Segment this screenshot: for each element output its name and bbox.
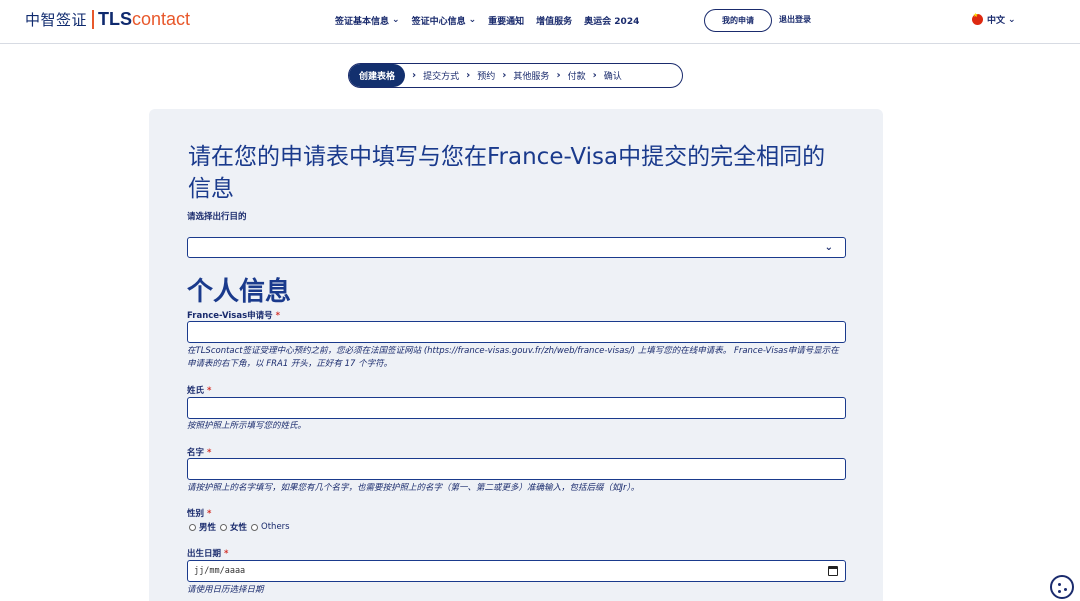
gender-female-option[interactable]: 女性 — [220, 521, 247, 533]
dob-label-text: 出生日期 — [187, 549, 222, 559]
france-visas-hint: 在TLScontact签证受理中心预约之前，您必须在法国签证网站 (https:… — [187, 346, 839, 369]
surname-hint: 按照护照上所示填写您的姓氏。 — [187, 421, 307, 431]
france-visas-label: France-Visas申请号 * — [187, 309, 280, 321]
gender-female-label: 女性 — [230, 523, 248, 533]
nav-notices-label: 重要通知 — [488, 16, 525, 27]
required-mark: * — [207, 509, 212, 519]
logo-separator — [92, 9, 95, 29]
gender-radio-group: 男性 女性 Others — [189, 521, 294, 533]
firstname-label-text: 名字 — [187, 448, 205, 458]
radio-button[interactable] — [251, 523, 259, 531]
nav-center-info[interactable]: 签证中心信息 ⌄ — [412, 14, 477, 27]
step-appointment: 预约 — [477, 72, 496, 82]
nav-notices[interactable]: 重要通知 — [488, 14, 524, 27]
nav-visa-info[interactable]: 签证基本信息 ⌄ — [335, 14, 400, 27]
top-header: 中智签证 TLS contact 签证基本信息 ⌄ 签证中心信息 ⌄ 重要通知 增… — [0, 0, 1080, 44]
required-mark: * — [207, 386, 212, 396]
dob-hint: 请使用日历选择日期 — [187, 585, 264, 595]
language-label: 中文 — [987, 16, 1006, 26]
gender-male-option[interactable]: 男性 — [189, 521, 216, 533]
chevron-right-icon: › — [412, 70, 417, 81]
page-title: 请在您的申请表中填写与您在France-Visa中提交的完全相同的信息 — [188, 144, 826, 202]
step-payment: 付款 — [567, 72, 586, 82]
chevron-right-icon: › — [502, 70, 507, 81]
step-other-services: 其他服务 — [513, 72, 550, 82]
chevron-down-icon: ⌄ — [392, 15, 400, 25]
logo-tls-text: TLS — [98, 8, 133, 29]
step-confirm: 确认 — [603, 72, 622, 82]
gender-label: 性别 * — [187, 507, 211, 519]
step-submission-method: 提交方式 — [423, 72, 460, 82]
language-selector[interactable]: 中文 ⌄ — [972, 12, 1016, 26]
chevron-right-icon: › — [466, 70, 471, 81]
gender-label-text: 性别 — [187, 509, 205, 519]
progress-stepper: 创建表格 › 提交方式 › 预约 › 其他服务 › 付款 › 确认 — [348, 63, 683, 88]
main-nav: 签证基本信息 ⌄ 签证中心信息 ⌄ 重要通知 增值服务 奥运会 2024 — [335, 13, 651, 27]
logo-contact-text: contact — [132, 8, 191, 29]
firstname-input[interactable] — [187, 458, 846, 480]
surname-label-text: 姓氏 — [187, 386, 205, 396]
nav-olympics[interactable]: 奥运会 2024 — [584, 14, 639, 27]
gender-other-option[interactable]: Others — [251, 522, 290, 532]
required-mark: * — [207, 448, 212, 458]
nav-olympics-label: 奥运会 2024 — [584, 16, 640, 27]
france-visas-number-input[interactable] — [187, 321, 846, 343]
surname-label: 姓氏 * — [187, 384, 211, 396]
chevron-down-icon: ⌄ — [824, 242, 833, 253]
my-application-button[interactable]: 我的申请 — [704, 9, 772, 32]
nav-value-added-label: 增值服务 — [536, 16, 573, 27]
cookie-settings-icon[interactable] — [1050, 575, 1074, 599]
required-mark: * — [224, 549, 229, 559]
chevron-right-icon: › — [592, 70, 597, 81]
purpose-select[interactable]: ⌄ — [187, 237, 846, 258]
dob-label: 出生日期 * — [187, 547, 228, 559]
calendar-icon[interactable] — [828, 566, 838, 576]
dob-placeholder: jj/mm/aaaa — [194, 566, 246, 576]
chevron-right-icon: › — [556, 70, 561, 81]
radio-button[interactable] — [220, 523, 228, 531]
purpose-label-text: 请选择出行目的 — [187, 212, 247, 222]
required-mark: * — [275, 311, 281, 321]
logout-link[interactable]: 退出登录 — [779, 14, 811, 25]
chevron-down-icon: ⌄ — [468, 15, 477, 25]
surname-input[interactable] — [187, 397, 846, 419]
gender-male-label: 男性 — [199, 523, 217, 533]
dob-input[interactable]: jj/mm/aaaa — [187, 560, 846, 582]
purpose-label: 请选择出行目的 — [187, 210, 247, 222]
firstname-hint: 请按护照上的名字填写，如果您有几个名字，也需要按护照上的名字（第一、第二或更多）… — [187, 483, 640, 493]
nav-value-added[interactable]: 增值服务 — [536, 14, 572, 27]
firstname-label: 名字 * — [187, 446, 211, 458]
tlscontact-logo[interactable]: 中智签证 TLS contact — [25, 8, 190, 30]
radio-button[interactable] — [189, 523, 196, 531]
nav-visa-info-label: 签证基本信息 — [335, 16, 390, 27]
section-personal-info: 个人信息 — [187, 277, 292, 307]
logo-cn-text: 中智签证 — [25, 10, 88, 29]
nav-center-info-label: 签证中心信息 — [411, 16, 466, 27]
chevron-down-icon: ⌄ — [1008, 14, 1016, 25]
gender-other-label: Others — [261, 522, 290, 532]
france-visas-label-text: France-Visas申请号 — [187, 311, 273, 321]
step-create-form: 创建表格 — [349, 64, 406, 87]
china-flag-icon — [972, 12, 983, 25]
